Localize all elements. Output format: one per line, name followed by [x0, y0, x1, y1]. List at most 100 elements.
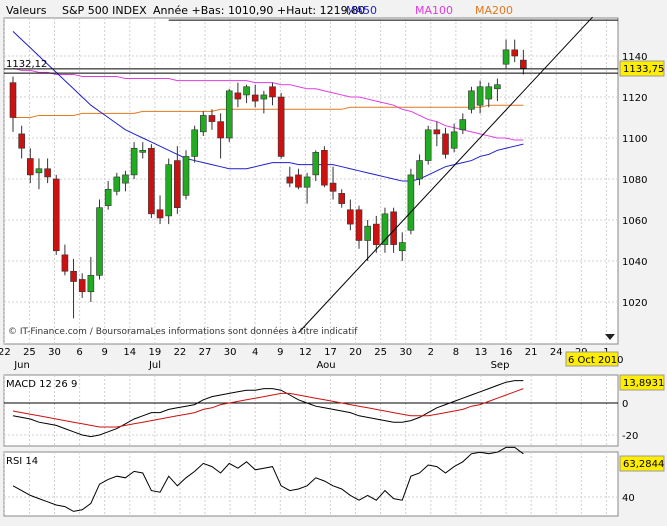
candle-body: [200, 115, 207, 133]
candle-body: [286, 176, 294, 184]
candle-body: [174, 160, 181, 209]
y-tick-label: 1040: [622, 257, 647, 268]
candle-body: [347, 209, 354, 225]
x-tick-label: 30: [224, 347, 237, 358]
candle-body: [450, 131, 458, 149]
x-month-label: Jun: [13, 360, 30, 371]
x-tick-label: 8: [453, 347, 459, 358]
candle-body: [338, 193, 346, 204]
rsi-title: RSI 14: [6, 456, 38, 467]
candle-body: [113, 176, 121, 192]
candle-body: [191, 129, 198, 157]
candle-body: [277, 96, 285, 157]
candle-body: [468, 90, 475, 110]
candle-body: [433, 129, 441, 135]
candle-body: [87, 275, 95, 293]
candle-body: [104, 188, 112, 206]
x-tick-label: 19: [148, 347, 161, 358]
x-tick-label: 25: [23, 347, 36, 358]
x-tick-label: 9: [277, 347, 283, 358]
x-tick-label: 30: [399, 347, 412, 358]
y-tick-label: 1020: [622, 298, 647, 309]
candle-body: [225, 90, 233, 139]
date-badge-text: 6 Oct 2010: [568, 355, 623, 366]
candle-body: [148, 147, 155, 215]
candle-body: [26, 158, 34, 176]
candle-body: [407, 174, 415, 231]
candle-body: [511, 49, 519, 57]
candle-body: [424, 129, 432, 161]
candle-body: [35, 168, 43, 174]
candle-body: [78, 279, 86, 293]
candle-body: [251, 94, 259, 102]
x-tick-label: 12: [299, 347, 312, 358]
rsi-tick-label: 40: [622, 493, 635, 504]
y-tick-label: 1100: [622, 134, 647, 145]
candle-body: [208, 115, 216, 122]
x-tick-label: 17: [324, 347, 337, 358]
candle-body: [156, 209, 164, 219]
copyright-notice: © IT-Finance.com / BoursoramaLes informa…: [8, 326, 358, 337]
candle-body: [269, 86, 276, 98]
candle-body: [502, 49, 510, 65]
year-range: Année +Bas: 1010,90 +Haut: 1219,80: [153, 4, 365, 17]
y-tick-label: 1120: [622, 93, 647, 104]
legend-ma200: MA200: [475, 4, 513, 17]
candle-body: [165, 164, 172, 217]
candle-body: [122, 174, 129, 184]
candle-body: [243, 86, 250, 96]
ref-line-label: 1132,12: [6, 59, 47, 70]
x-tick-label: 16: [500, 347, 513, 358]
x-tick-label: 30: [48, 347, 61, 358]
candle-body: [44, 168, 51, 178]
x-tick-label: 14: [123, 347, 136, 358]
x-month-label: Sep: [491, 360, 510, 371]
candle-body: [398, 242, 406, 252]
candle-body: [364, 225, 371, 241]
candle-body: [442, 133, 449, 155]
candle-body: [61, 254, 69, 272]
macd-title: MACD 12 26 9: [6, 379, 77, 390]
legend-ma50: MA50: [346, 4, 377, 17]
macd-tick-label: 0: [622, 399, 628, 410]
candle-body: [96, 207, 103, 276]
x-month-label: Jul: [148, 360, 161, 371]
index-name: S&P 500 INDEX: [62, 4, 147, 17]
candle-body: [329, 182, 337, 192]
candle-body: [18, 133, 25, 149]
candle-body: [295, 174, 302, 188]
candle-body: [355, 209, 363, 241]
candle-body: [52, 178, 60, 252]
candle-body: [182, 156, 190, 196]
y-tick-label: 1060: [622, 216, 647, 227]
x-tick-label: 22: [174, 347, 187, 358]
y-tick-label: 1080: [622, 175, 647, 186]
header-label: Valeurs: [6, 4, 47, 17]
candle-body: [494, 84, 501, 90]
x-tick-label: 22: [0, 347, 11, 358]
rsi-panel: [3, 451, 619, 517]
candle-body: [9, 82, 17, 118]
x-tick-label: 24: [550, 347, 563, 358]
candle-body: [459, 119, 467, 131]
candle-body: [520, 59, 527, 69]
candle-body: [234, 92, 242, 100]
macd-value-text: 13,8931: [623, 378, 664, 389]
x-tick-label: 25: [374, 347, 387, 358]
x-tick-label: 6: [76, 347, 82, 358]
chart-svg: 0 -20 40 22 25 30 6 9 14 19 22 27 30 4 9 12 17 20 25 30 2 8…: [0, 4, 665, 517]
candle-body: [321, 150, 328, 186]
candle-body: [485, 86, 493, 100]
candle-body: [416, 160, 423, 180]
macd-tick-label: -20: [622, 431, 638, 442]
x-tick-label: 13: [475, 347, 488, 358]
candle-body: [217, 121, 224, 139]
x-tick-label: 27: [199, 347, 212, 358]
last-value-text: 1133,75: [623, 64, 664, 75]
candle-body: [139, 150, 147, 153]
x-tick-label: 9: [102, 347, 108, 358]
x-month-label: Aou: [316, 360, 335, 371]
candle-body: [372, 223, 380, 245]
candle-body: [70, 270, 77, 282]
x-tick-label: 2: [428, 347, 434, 358]
